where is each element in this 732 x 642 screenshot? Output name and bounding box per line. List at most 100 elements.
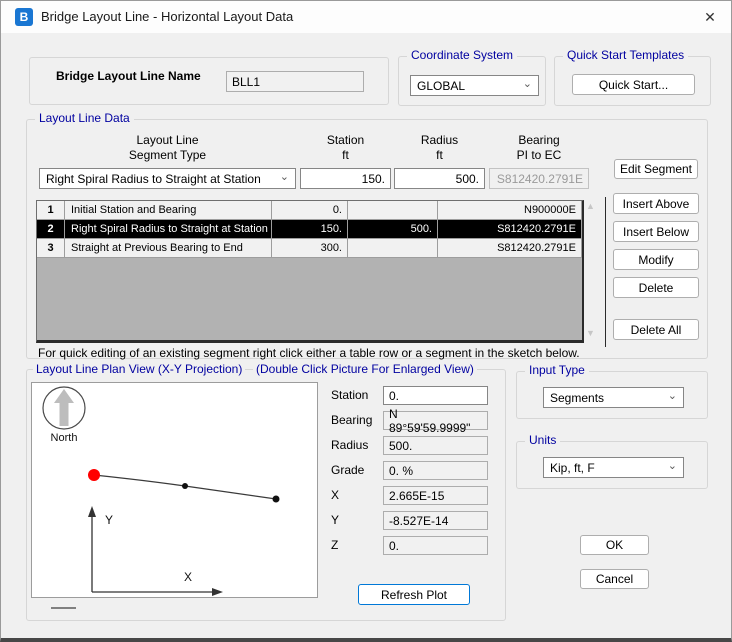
segment-type-value: Right Spiral Radius to Straight at Stati… [46,172,261,186]
scroll-up-icon[interactable]: ▲ [586,201,595,211]
y-axis-label: Y [105,513,113,527]
edit-segment-button[interactable]: Edit Segment [614,159,698,179]
segment-type-cell: Right Spiral Radius to Straight at Stati… [65,220,272,239]
modify-button[interactable]: Modify [613,249,699,270]
close-button[interactable]: ✕ [697,6,723,28]
end-point-marker[interactable] [273,496,280,503]
ok-button[interactable]: OK [580,535,649,555]
header-line: Segment Type [39,148,296,163]
header-line: Radius [394,133,485,148]
field-label-x: X [331,488,339,502]
x-value-field: 2.665E-15 [383,486,488,505]
segment-type-select[interactable]: Right Spiral Radius to Straight at Stati… [39,168,296,189]
column-header-bearing: Bearing PI to EC [489,133,589,163]
scroll-down-icon[interactable]: ▼ [586,328,595,338]
quick-start-groupbox: Quick Start Templates Quick Start... [554,56,711,106]
field-label-grade: Grade [331,463,364,477]
z-value: 0. [389,539,399,553]
delete-button[interactable]: Delete [613,277,699,298]
plan-view-hint: (Double Click Picture For Enlarged View) [253,362,477,376]
bearing-edit-field: S812420.2791E [489,168,589,189]
divider [605,197,606,347]
plan-view-plot[interactable]: North Y X [31,382,318,598]
bearing-value-field: N 89°59'59.9999" [383,411,488,430]
input-type-label: Input Type [525,363,589,377]
close-icon: ✕ [704,9,716,26]
field-label-y: Y [331,513,339,527]
station-value-field[interactable]: 0. [383,386,488,405]
header-line: Bearing [489,133,589,148]
station-edit-field[interactable]: 150. [300,168,391,189]
delete-label: Delete [639,281,674,295]
refresh-plot-button[interactable]: Refresh Plot [358,584,470,605]
field-label-radius: Radius [331,438,368,452]
station-cell: 150. [272,220,348,239]
row-number-cell: 2 [37,220,65,239]
chevron-down-icon: ⌄ [523,79,532,89]
grade-value: 0. % [389,464,413,478]
ok-label: OK [606,538,623,552]
input-type-groupbox: Input Type Segments ⌄ [516,371,708,419]
table-row[interactable]: 1 Initial Station and Bearing 0. N900000… [37,201,582,220]
radius-cell [348,201,438,220]
column-header-radius: Radius ft [394,133,485,163]
chevron-down-icon: ⌄ [668,461,677,471]
row-number-cell: 3 [37,239,65,258]
units-select[interactable]: Kip, ft, F ⌄ [543,457,684,478]
quick-start-button-label: Quick Start... [599,78,668,92]
input-type-select[interactable]: Segments ⌄ [543,387,684,408]
bearing-edit-value: S812420.2791E [497,172,583,186]
bearing-value: N 89°59'59.9999" [389,407,482,435]
x-axis-label: X [184,570,192,584]
segment-point-marker[interactable] [182,483,188,489]
insert-above-label: Insert Above [623,197,690,211]
grade-value-field: 0. % [383,461,488,480]
plan-view-label: Layout Line Plan View (X-Y Projection) [33,362,245,376]
radius-value: 500. [389,439,412,453]
start-point-marker[interactable] [88,469,100,481]
input-type-value: Segments [550,391,604,405]
chevron-down-icon: ⌄ [280,172,289,182]
table-row-selected[interactable]: 2 Right Spiral Radius to Straight at Sta… [37,220,582,239]
station-cell: 300. [272,239,348,258]
units-label: Units [525,433,560,447]
header-line: Layout Line [39,133,296,148]
window-title: Bridge Layout Line - Horizontal Layout D… [41,9,293,24]
coordinate-system-label: Coordinate System [407,48,517,62]
header-line: ft [394,148,485,163]
segment-table[interactable]: 1 Initial Station and Bearing 0. N900000… [36,200,584,343]
radius-edit-field[interactable]: 500. [394,168,485,189]
row-number-cell: 1 [37,201,65,220]
bearing-cell: S812420.2791E [438,220,582,239]
cancel-label: Cancel [596,572,633,586]
field-label-bearing: Bearing [331,413,372,427]
column-header-station: Station ft [300,133,391,163]
header-line: ft [300,148,391,163]
quick-edit-note: For quick editing of an existing segment… [38,346,580,360]
quick-start-label: Quick Start Templates [563,48,688,62]
segment-type-cell: Straight at Previous Bearing to End [65,239,272,258]
column-header-segment-type: Layout Line Segment Type [39,133,296,163]
header-line: PI to EC [489,148,589,163]
insert-below-button[interactable]: Insert Below [613,221,699,242]
units-value: Kip, ft, F [550,461,595,475]
y-value: -8.527E-14 [389,514,448,528]
coordinate-system-select[interactable]: GLOBAL ⌄ [410,75,539,96]
edit-segment-label: Edit Segment [620,162,692,176]
station-edit-value: 150. [362,172,385,186]
scale-bar [51,607,76,609]
coordinate-system-value: GLOBAL [417,79,465,93]
quick-start-button[interactable]: Quick Start... [572,74,695,95]
z-value-field: 0. [383,536,488,555]
table-row[interactable]: 3 Straight at Previous Bearing to End 30… [37,239,582,258]
layout-line-name-field[interactable]: BLL1 [226,71,364,92]
radius-cell [348,239,438,258]
units-groupbox: Units Kip, ft, F ⌄ [516,441,708,489]
delete-all-button[interactable]: Delete All [613,319,699,340]
layout-line-name-value: BLL1 [232,75,260,89]
cancel-button[interactable]: Cancel [580,569,649,589]
x-axis-arrow-icon [212,588,223,596]
app-icon-letter: B [20,10,29,24]
north-label: North [51,432,78,444]
insert-above-button[interactable]: Insert Above [613,193,699,214]
